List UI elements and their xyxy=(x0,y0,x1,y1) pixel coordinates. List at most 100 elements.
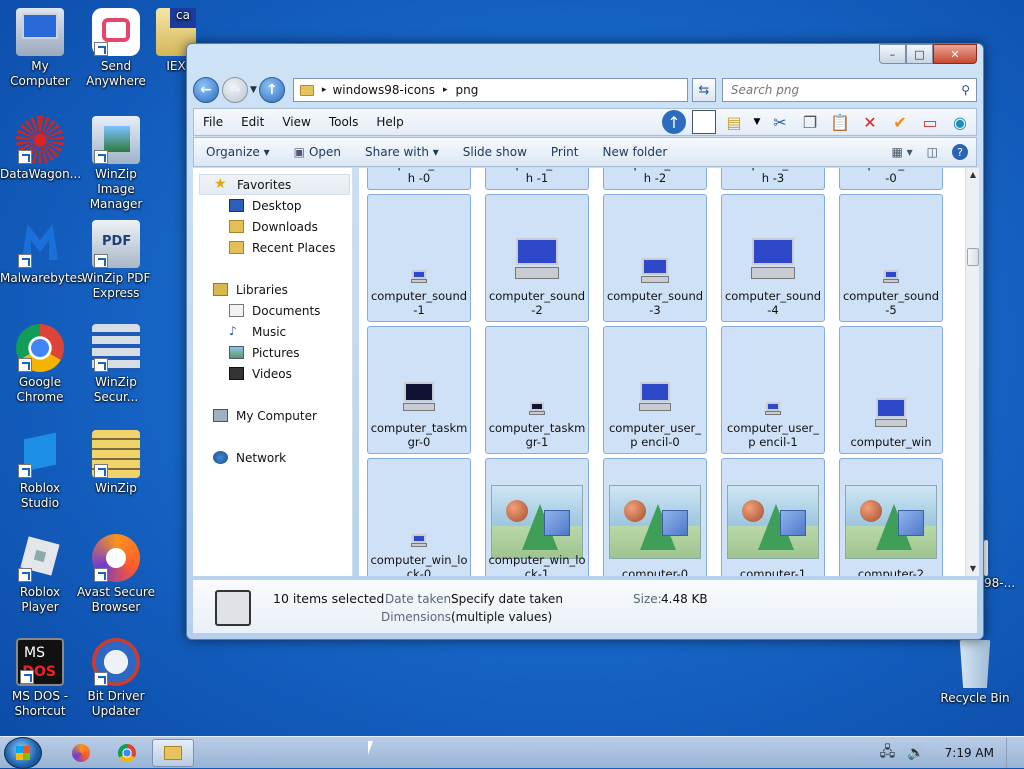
clock[interactable]: 7:19 AM xyxy=(945,746,994,760)
copy-icon[interactable]: ❐ xyxy=(798,110,822,134)
menu-view[interactable]: View xyxy=(273,115,319,129)
vertical-scrollbar[interactable]: ▲ ▼ xyxy=(965,168,979,576)
globe-icon[interactable]: ◉ xyxy=(948,110,972,134)
rename-icon[interactable]: ▭ xyxy=(918,110,942,134)
file-tile[interactable]: computer-2 xyxy=(839,458,943,576)
taskbar-avast-browser[interactable] xyxy=(60,739,102,767)
volume-icon[interactable]: 🔊 xyxy=(907,745,924,761)
desktop-icon-ms-dos[interactable]: MS DOS MS DOS - Shortcut xyxy=(0,638,80,719)
file-tile[interactable]: computer_win_lo ck-0 xyxy=(367,458,471,576)
minimize-button[interactable]: – xyxy=(879,44,906,64)
desktop-icon-bit-driver-updater[interactable]: Bit Driver Updater xyxy=(76,638,156,719)
nav-documents[interactable]: Documents xyxy=(193,300,352,321)
date-taken-value[interactable]: Specify date taken xyxy=(451,592,563,606)
delete-icon[interactable]: ✕ xyxy=(858,110,882,134)
desktop-icon-send-anywhere[interactable]: Send Anywhere xyxy=(76,8,156,89)
slide-show-button[interactable]: Slide show xyxy=(451,145,539,159)
file-tile[interactable]: computer_search -2 xyxy=(603,168,707,190)
file-tile[interactable]: computer-0 xyxy=(603,458,707,576)
menu-edit[interactable]: Edit xyxy=(232,115,273,129)
file-tile[interactable]: computer_search -3 xyxy=(721,168,825,190)
file-tile[interactable]: computer_sound -0 xyxy=(839,168,943,190)
menu-tools[interactable]: Tools xyxy=(320,115,368,129)
file-tile[interactable]: computer_search -1 xyxy=(485,168,589,190)
file-tile[interactable]: computer_user_p encil-0 xyxy=(603,326,707,454)
refresh-button[interactable]: ⇆ xyxy=(691,78,716,102)
nav-downloads[interactable]: Downloads xyxy=(193,216,352,237)
file-tile[interactable]: computer_win xyxy=(839,326,943,454)
show-desktop-button[interactable] xyxy=(1006,738,1016,768)
desktop-icon-malwarebytes[interactable]: Malwarebytes xyxy=(0,220,83,286)
network-tray-icon[interactable]: 🖧 xyxy=(880,741,896,765)
nav-recent-places[interactable]: Recent Places xyxy=(193,237,352,258)
forward-button[interactable]: → xyxy=(222,77,248,103)
nav-music[interactable]: ♪ Music xyxy=(193,321,352,342)
breadcrumb-windows98-icons[interactable]: windows98-icons xyxy=(332,83,435,97)
address-bar[interactable]: ▸ windows98-icons ▸ png xyxy=(292,78,688,102)
history-dropdown-icon[interactable]: ▼ xyxy=(250,85,257,95)
menu-help[interactable]: Help xyxy=(367,115,412,129)
scroll-down-icon[interactable]: ▼ xyxy=(966,562,980,576)
nav-favorites[interactable]: ★ Favorites xyxy=(199,174,350,195)
nav-network[interactable]: Network xyxy=(193,447,352,468)
taskbar-explorer[interactable] xyxy=(152,739,194,767)
desktop-icon-winzip-image-manager[interactable]: WinZip Image Manager xyxy=(76,116,156,212)
up-folder-icon[interactable]: ↑ xyxy=(662,110,686,134)
preview-pane-icon[interactable] xyxy=(692,110,716,134)
file-tile[interactable]: computer-1 xyxy=(721,458,825,576)
file-tile[interactable]: computer_search -0 xyxy=(367,168,471,190)
nav-pictures[interactable]: Pictures xyxy=(193,342,352,363)
maximize-button[interactable]: □ xyxy=(906,44,933,64)
desktop-icon-98[interactable]: 98-... xyxy=(984,540,1024,591)
cut-icon[interactable]: ✂ xyxy=(768,110,792,134)
taskbar-chrome[interactable] xyxy=(106,739,148,767)
file-tile[interactable]: computer_sound -5 xyxy=(839,194,943,322)
desktop-icon-datawagon[interactable]: DataWagon... xyxy=(0,116,81,182)
search-input[interactable] xyxy=(728,82,962,98)
desktop-icon-winzip-secure[interactable]: WinZip Secur... xyxy=(76,324,156,405)
help-icon[interactable]: ? xyxy=(952,144,968,160)
file-tile[interactable]: computer_sound -1 xyxy=(367,194,471,322)
file-tile[interactable]: computer_win_lo ck-1 xyxy=(485,458,589,576)
file-tile[interactable]: computer_sound -2 xyxy=(485,194,589,322)
start-button[interactable] xyxy=(4,737,42,769)
dropdown-arrow-icon[interactable]: ▼ xyxy=(752,110,762,134)
desktop-icon-winzip[interactable]: WinZip xyxy=(76,430,156,496)
breadcrumb-sep: ▸ xyxy=(321,85,327,95)
desktop-icon-recycle-bin[interactable]: Recycle Bin xyxy=(935,640,1015,706)
file-tile[interactable]: computer_user_p encil-1 xyxy=(721,326,825,454)
nav-videos[interactable]: Videos xyxy=(193,363,352,384)
desktop-icon-winzip-pdf-express[interactable]: PDF WinZip PDF Express xyxy=(76,220,156,301)
desktop-icon-google-chrome[interactable]: Google Chrome xyxy=(0,324,80,405)
roblox-player-icon xyxy=(16,534,64,582)
nav-my-computer[interactable]: My Computer xyxy=(193,405,352,426)
desktop-icon-my-computer[interactable]: My Computer xyxy=(0,8,80,89)
scroll-thumb[interactable] xyxy=(967,248,979,266)
file-tile[interactable]: computer_sound -3 xyxy=(603,194,707,322)
desktop-icon-roblox-player[interactable]: Roblox Player xyxy=(0,534,80,615)
nav-libraries[interactable]: Libraries xyxy=(193,279,352,300)
new-folder-button[interactable]: New folder xyxy=(591,145,680,159)
scroll-up-icon[interactable]: ▲ xyxy=(966,168,980,182)
desktop-icon-avast-secure-browser[interactable]: Avast Secure Browser xyxy=(76,534,156,615)
share-with-button[interactable]: Share with ▾ xyxy=(353,145,451,159)
open-button[interactable]: ▣ Open xyxy=(282,145,353,159)
nav-desktop[interactable]: Desktop xyxy=(193,195,352,216)
close-button[interactable]: ✕ xyxy=(933,44,977,64)
preview-pane-toggle-icon[interactable]: ◫ xyxy=(927,145,938,159)
desktop-icon-roblox-studio[interactable]: Roblox Studio xyxy=(0,430,80,511)
menu-file[interactable]: File xyxy=(194,115,232,129)
file-tile[interactable]: computer_taskm gr-1 xyxy=(485,326,589,454)
checkmark-icon[interactable]: ✔ xyxy=(888,110,912,134)
paste-icon[interactable]: 📋 xyxy=(828,110,852,134)
file-tile[interactable]: computer_taskm gr-0 xyxy=(367,326,471,454)
search-icon[interactable]: ⚲ xyxy=(961,83,970,97)
up-button[interactable]: ↑ xyxy=(258,77,285,103)
folder-view-icon[interactable]: ▤ xyxy=(722,110,746,134)
print-button[interactable]: Print xyxy=(539,145,591,159)
file-tile[interactable]: computer_sound -4 xyxy=(721,194,825,322)
change-view-icon[interactable]: ▦ ▾ xyxy=(891,145,912,159)
organize-button[interactable]: Organize ▾ xyxy=(194,145,282,159)
back-button[interactable]: ← xyxy=(193,77,219,103)
breadcrumb-png[interactable]: png xyxy=(456,83,479,97)
